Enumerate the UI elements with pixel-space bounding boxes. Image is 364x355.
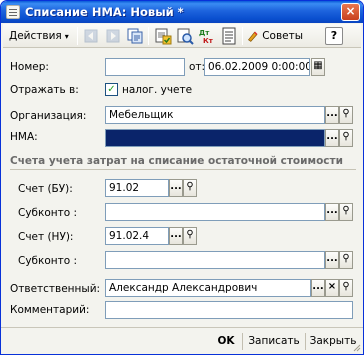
svg-text:Дт: Дт xyxy=(199,29,210,37)
tips-icon xyxy=(247,31,258,42)
comment-field[interactable] xyxy=(105,301,353,319)
nma-field[interactable] xyxy=(105,129,325,147)
button-separator xyxy=(305,333,306,350)
print-preview-icon[interactable] xyxy=(176,27,194,45)
tax-accounting-label: налог. учете xyxy=(122,84,193,96)
post-document-icon[interactable] xyxy=(154,27,172,45)
number-field[interactable] xyxy=(105,58,185,76)
search-icon: ⚲ xyxy=(342,131,350,142)
close-window-button[interactable]: × xyxy=(341,3,360,21)
subkonto-bu-select-button[interactable]: ... xyxy=(325,203,339,221)
section-title: Счета учета затрат на списание остаточно… xyxy=(10,155,343,167)
save-button[interactable]: Записать xyxy=(246,333,302,350)
account-nu-label: Счет (НУ): xyxy=(18,231,74,243)
responsible-field[interactable]: Александр Александрович xyxy=(105,279,311,297)
search-icon: ⚲ xyxy=(342,253,350,264)
organization-label: Организация: xyxy=(10,110,87,122)
responsible-clear-button[interactable]: × xyxy=(325,279,339,297)
organization-field[interactable]: Мебельщик xyxy=(105,106,325,124)
nma-search-button[interactable]: ⚲ xyxy=(339,129,353,147)
actions-label: Действия xyxy=(9,30,62,42)
calendar-button[interactable]: ▦ xyxy=(311,58,325,76)
section-divider xyxy=(10,169,356,170)
dt-kt-icon[interactable]: Дт Кт xyxy=(198,27,216,45)
responsible-select-button[interactable]: ... xyxy=(311,279,325,297)
subkonto-nu-label: Субконто : xyxy=(18,255,78,267)
clear-icon: × xyxy=(327,281,337,292)
tips-label: Советы xyxy=(262,30,303,42)
date-field[interactable]: 06.02.2009 0:00:00 xyxy=(204,58,310,76)
account-nu-field[interactable]: 91.02.4 xyxy=(105,227,169,245)
search-icon: ⚲ xyxy=(342,205,350,216)
chevron-down-icon: ▾ xyxy=(64,31,69,41)
reflect-in-label: Отражать в: xyxy=(10,84,79,96)
tax-accounting-checkbox[interactable]: ✓ xyxy=(105,83,118,96)
subkonto-nu-field[interactable] xyxy=(105,251,325,269)
ok-button[interactable]: OK xyxy=(214,333,238,350)
help-icon[interactable]: ? xyxy=(325,27,343,45)
toolbar-separator xyxy=(148,27,149,45)
go-forward-icon[interactable] xyxy=(104,27,122,45)
nma-select-button[interactable]: ... xyxy=(325,129,339,147)
toolbar-separator xyxy=(242,27,243,45)
search-icon: ⚲ xyxy=(342,108,350,119)
comment-label: Комментарий: xyxy=(10,304,90,316)
title-bar[interactable]: Списание НМА: Новый * × xyxy=(1,1,363,23)
account-bu-field[interactable]: 91.02 xyxy=(105,179,169,197)
subkonto-nu-select-button[interactable]: ... xyxy=(325,251,339,269)
subkonto-bu-label: Субконто : xyxy=(18,207,78,219)
actions-menu-button[interactable]: Действия ▾ xyxy=(6,26,74,46)
responsible-label: Ответственный: xyxy=(10,283,101,295)
organization-select-button[interactable]: ... xyxy=(325,106,339,124)
go-back-icon[interactable] xyxy=(82,27,100,45)
search-icon: ⚲ xyxy=(186,181,194,192)
calendar-icon: ▦ xyxy=(313,60,323,71)
organization-search-button[interactable]: ⚲ xyxy=(339,106,353,124)
subkonto-bu-field[interactable] xyxy=(105,203,325,221)
checkmark-icon: ✓ xyxy=(107,84,116,95)
document-window: Списание НМА: Новый * × Действия ▾ Дт Кт… xyxy=(0,0,364,355)
account-bu-label: Счет (БУ): xyxy=(18,183,73,195)
window-title: Списание НМА: Новый * xyxy=(25,5,184,19)
account-nu-select-button[interactable]: ... xyxy=(169,227,183,245)
document-form: Номер: от: 06.02.2009 0:00:00 ▦ Отражать… xyxy=(1,49,363,327)
search-icon: ⚲ xyxy=(342,281,350,292)
account-bu-search-button[interactable]: ⚲ xyxy=(183,179,197,197)
button-separator xyxy=(242,333,243,350)
document-icon xyxy=(6,5,20,19)
resize-grip-icon[interactable] xyxy=(351,342,361,352)
tips-button[interactable]: Советы xyxy=(247,26,303,46)
report-list-icon[interactable] xyxy=(220,27,238,45)
nma-label: НМА: xyxy=(10,131,38,143)
subkonto-nu-search-button[interactable]: ⚲ xyxy=(339,251,353,269)
toolbar: Действия ▾ Дт Кт Советы ? xyxy=(3,24,361,48)
account-bu-select-button[interactable]: ... xyxy=(169,179,183,197)
toolbar-separator xyxy=(77,27,78,45)
svg-text:Кт: Кт xyxy=(203,37,214,45)
account-nu-search-button[interactable]: ⚲ xyxy=(183,227,197,245)
subkonto-bu-search-button[interactable]: ⚲ xyxy=(339,203,353,221)
search-icon: ⚲ xyxy=(186,229,194,240)
bottom-button-bar: OK Записать Закрыть xyxy=(1,327,363,354)
responsible-search-button[interactable]: ⚲ xyxy=(339,279,353,297)
copy-icon[interactable] xyxy=(126,27,144,45)
number-label: Номер: xyxy=(10,61,49,73)
date-prefix-label: от: xyxy=(189,61,206,73)
